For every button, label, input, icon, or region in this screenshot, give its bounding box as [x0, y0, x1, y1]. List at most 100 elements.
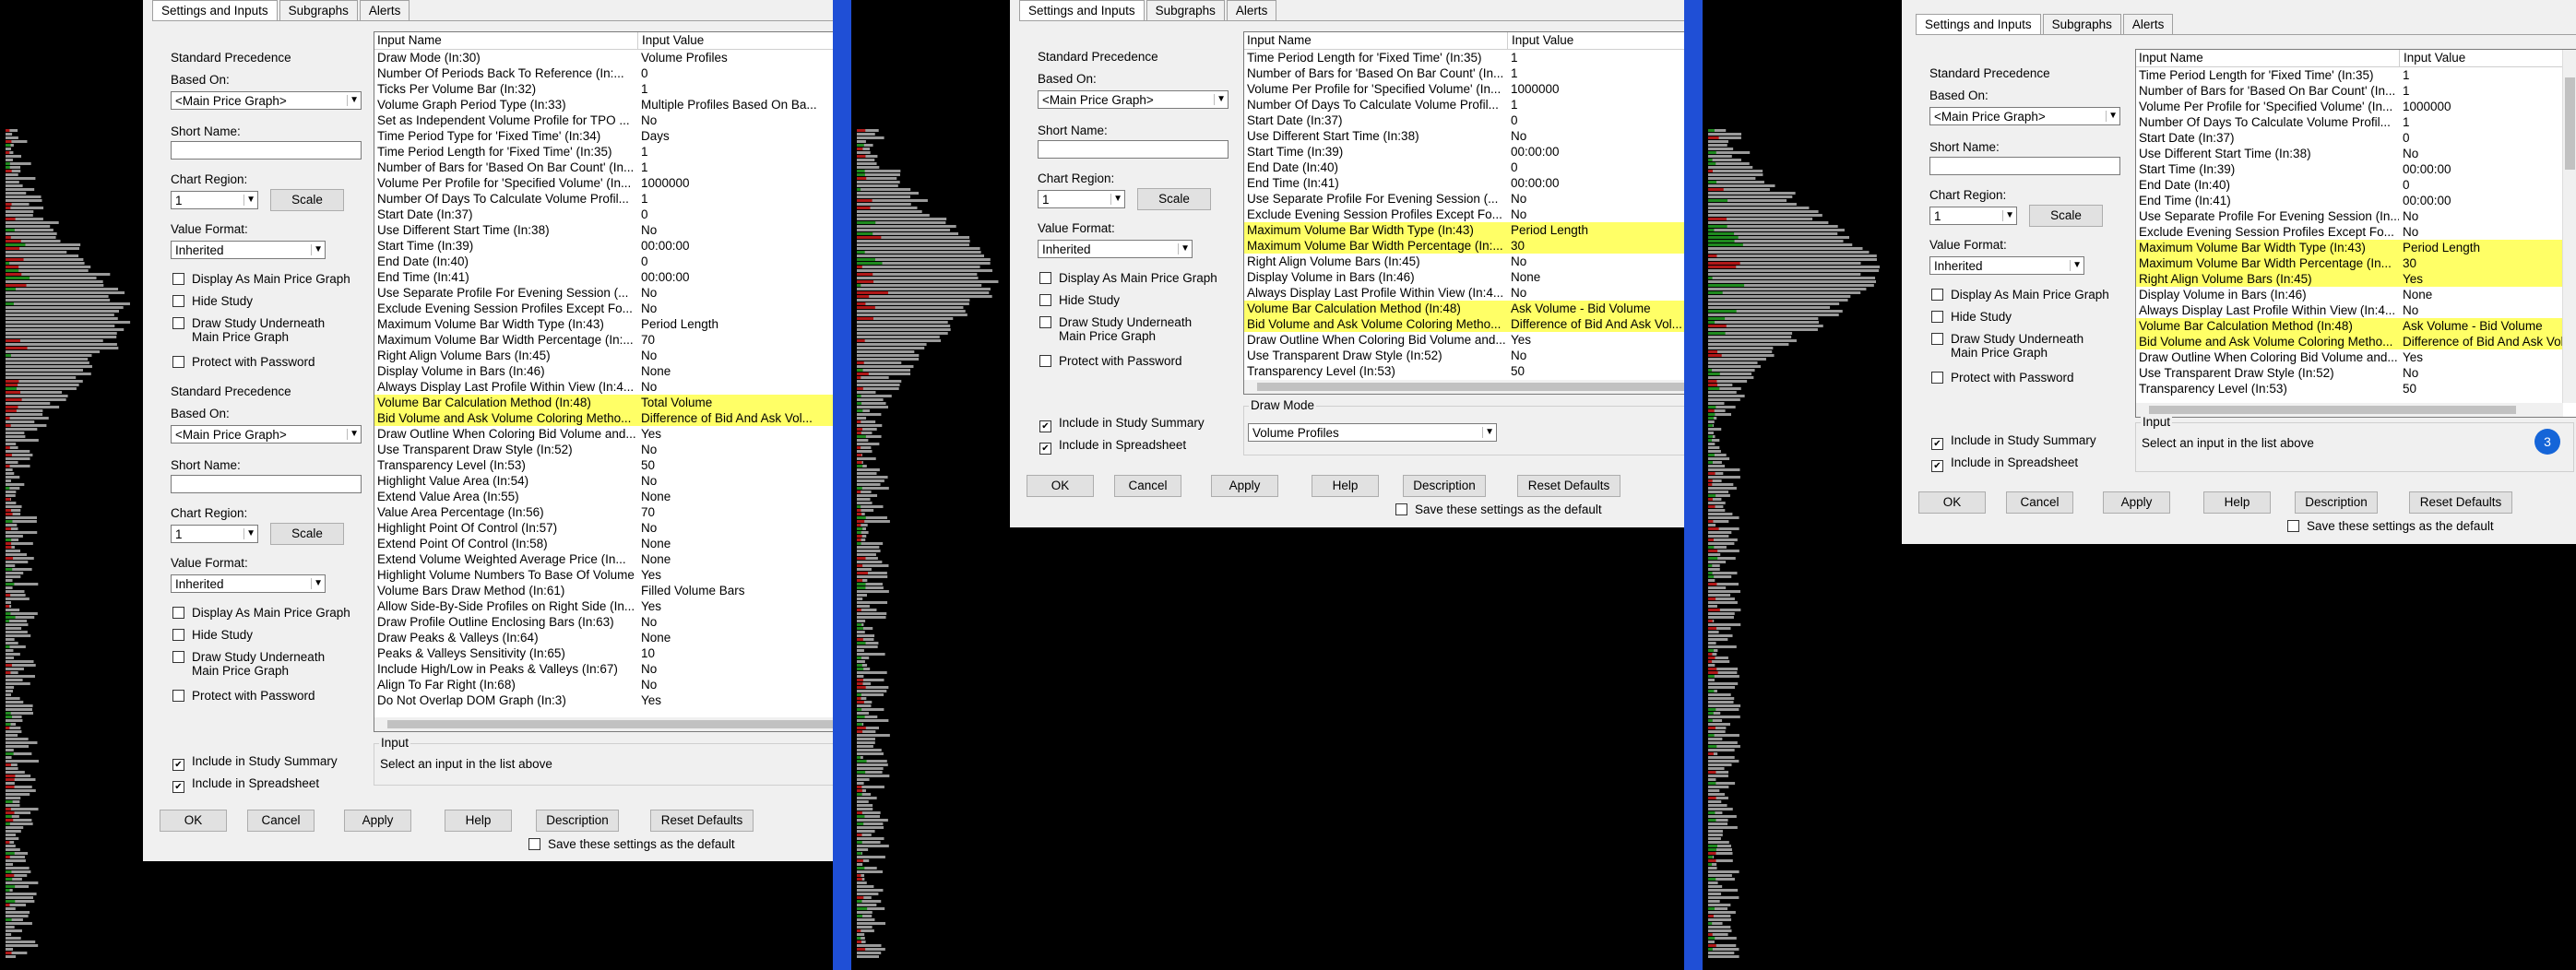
study-option-checkbox[interactable]: Hide Study — [1039, 293, 1120, 307]
input-value-cell[interactable]: 0 — [2399, 177, 2565, 193]
table-row[interactable]: Number Of Days To Calculate Volume Profi… — [2136, 114, 2576, 130]
input-value-cell[interactable]: Yes — [2399, 271, 2565, 287]
table-row[interactable]: Number Of Periods Back To Reference (In:… — [374, 65, 833, 81]
table-row[interactable]: Draw Profile Outline Enclosing Bars (In:… — [374, 614, 833, 630]
input-value-cell[interactable]: 1000000 — [1507, 81, 1684, 97]
input-value-cell[interactable]: Period Length — [2399, 240, 2565, 255]
scale-button[interactable]: Scale — [1137, 188, 1211, 210]
table-row[interactable]: Volume Bar Calculation Method (In:48) Ask… — [2136, 318, 2576, 334]
help-button[interactable]: Help — [445, 810, 512, 832]
table-row[interactable]: Draw Peaks & Valleys (In:64) None — [374, 630, 833, 645]
input-value-cell[interactable]: 1 — [637, 191, 833, 207]
input-value-cell[interactable]: No — [637, 379, 833, 395]
input-value-cell[interactable]: No — [637, 285, 833, 301]
input-value-cell[interactable]: Period Length — [1507, 222, 1684, 238]
input-value-cell[interactable]: 0 — [1507, 112, 1684, 128]
checkbox-checked[interactable]: ✔ — [1931, 460, 1943, 472]
column-header-input-name[interactable]: Input Name — [2136, 50, 2400, 66]
table-row[interactable]: Use Different Start Time (In:38) No — [2136, 146, 2576, 161]
table-row[interactable]: End Date (In:40) 0 — [2136, 177, 2576, 193]
study-option-checkbox[interactable]: Display As Main Price Graph — [1931, 288, 2109, 302]
draw-mode-select[interactable]: Volume Profiles ▼ — [1248, 423, 1497, 442]
input-value-cell[interactable]: Yes — [637, 692, 833, 708]
table-row[interactable]: Number Of Days To Calculate Volume Profi… — [1244, 97, 1684, 112]
table-row[interactable]: Value Area Percentage (In:56) 70 — [374, 504, 833, 520]
table-row[interactable]: Transparency Level (In:53) 50 — [374, 457, 833, 473]
short-name-input[interactable] — [171, 141, 362, 160]
cancel-button[interactable]: Cancel — [247, 810, 315, 832]
table-row[interactable]: Time Period Length for 'Fixed Time' (In:… — [374, 144, 833, 160]
scale-button[interactable]: Scale — [270, 189, 344, 211]
checkbox-box[interactable] — [172, 607, 184, 619]
table-row[interactable]: Right Align Volume Bars (In:45) Yes — [2136, 271, 2576, 287]
include-study-summary-checkbox[interactable]: ✔ Include in Study Summary — [1931, 433, 2096, 450]
input-value-cell[interactable]: No — [1507, 128, 1684, 144]
input-value-cell[interactable]: No — [637, 520, 833, 536]
input-value-cell[interactable]: 00:00:00 — [1507, 175, 1684, 191]
input-value-cell[interactable]: None — [637, 536, 833, 551]
scrollbar-thumb[interactable] — [1257, 383, 1684, 391]
input-value-cell[interactable]: Yes — [637, 567, 833, 583]
study-option-checkbox[interactable]: Display As Main Price Graph — [172, 272, 350, 286]
table-row[interactable]: Transparency Level (In:53) 50 — [1244, 363, 1684, 379]
checkbox-box[interactable] — [1395, 503, 1407, 515]
input-value-cell[interactable]: None — [637, 630, 833, 645]
table-row[interactable]: Maximum Volume Bar Width Percentage (In.… — [2136, 255, 2576, 271]
input-value-cell[interactable]: 1 — [2399, 67, 2565, 83]
checkbox-box[interactable] — [1039, 355, 1051, 367]
horizontal-scrollbar[interactable] — [374, 717, 833, 731]
table-row[interactable]: Number of Bars for 'Based On Bar Count' … — [2136, 83, 2576, 99]
table-row[interactable]: Start Date (In:37) 0 — [2136, 130, 2576, 146]
reset-defaults-button[interactable]: Reset Defaults — [650, 810, 754, 832]
input-value-cell[interactable]: 30 — [1507, 238, 1684, 254]
input-value-cell[interactable]: Difference of Bid And Ask Vol... — [1507, 316, 1684, 332]
table-row[interactable]: Do Not Overlap DOM Graph (In:3) Yes — [374, 692, 833, 708]
based-on-select[interactable]: <Main Price Graph> ▼ — [171, 425, 362, 444]
input-value-cell[interactable]: 70 — [637, 504, 833, 520]
scrollbar-thumb[interactable] — [2149, 406, 2516, 414]
table-row[interactable]: Ticks Per Volume Bar (In:32) 1 — [374, 81, 833, 97]
based-on-select[interactable]: <Main Price Graph> ▼ — [1038, 90, 1229, 109]
short-name-input[interactable] — [171, 475, 362, 493]
study-option-checkbox[interactable]: Hide Study — [172, 294, 253, 308]
checkbox-box[interactable] — [2287, 520, 2299, 532]
checkbox-box[interactable] — [1039, 316, 1051, 328]
input-value-cell[interactable]: 70 — [637, 332, 833, 348]
table-row[interactable]: Start Time (In:39) 00:00:00 — [1244, 144, 1684, 160]
input-value-cell[interactable]: Multiple Profiles Based On Ba... — [637, 97, 833, 112]
input-value-cell[interactable]: 1 — [637, 144, 833, 160]
table-row[interactable]: Extend Volume Weighted Average Price (In… — [374, 551, 833, 567]
tab-settings-and-inputs[interactable]: Settings and Inputs — [1916, 14, 2041, 34]
tab-subgraphs[interactable]: Subgraphs — [279, 0, 358, 20]
table-row[interactable]: Number of Bars for 'Based On Bar Count' … — [374, 160, 833, 175]
column-header-input-value[interactable]: Input Value — [2400, 50, 2465, 66]
checkbox-checked[interactable]: ✔ — [1931, 438, 1943, 450]
help-button[interactable]: Help — [1312, 475, 1379, 497]
table-row[interactable]: Start Date (In:37) 0 — [1244, 112, 1684, 128]
checkbox-box[interactable] — [1931, 311, 1943, 323]
tab-settings-and-inputs[interactable]: Settings and Inputs — [1019, 0, 1145, 20]
table-row[interactable]: End Time (In:41) 00:00:00 — [2136, 193, 2576, 208]
study-option-checkbox[interactable]: Hide Study — [1931, 310, 2012, 324]
checkbox-box[interactable] — [1931, 372, 1943, 384]
input-value-cell[interactable]: 0 — [637, 207, 833, 222]
table-row[interactable]: Bid Volume and Ask Volume Coloring Metho… — [1244, 316, 1684, 332]
short-name-input[interactable] — [1038, 140, 1229, 159]
table-row[interactable]: Use Different Start Time (In:38) No — [1244, 128, 1684, 144]
input-value-cell[interactable]: 1000000 — [2399, 99, 2565, 114]
input-value-cell[interactable]: No — [637, 112, 833, 128]
table-row[interactable]: Transparency Level (In:53) 50 — [2136, 381, 2576, 396]
study-option-checkbox[interactable]: Protect with Password — [1931, 371, 2074, 384]
table-row[interactable]: End Time (In:41) 00:00:00 — [1244, 175, 1684, 191]
input-value-cell[interactable]: 50 — [637, 457, 833, 473]
input-value-cell[interactable]: 1 — [637, 160, 833, 175]
input-value-cell[interactable]: Period Length — [637, 316, 833, 332]
include-spreadsheet-checkbox[interactable]: ✔ Include in Spreadsheet — [1039, 438, 1186, 455]
column-header-input-value[interactable]: Input Value — [1508, 32, 1573, 49]
cancel-button[interactable]: Cancel — [1114, 475, 1181, 497]
table-row[interactable]: Number Of Days To Calculate Volume Profi… — [374, 191, 833, 207]
table-row[interactable]: Volume Per Profile for 'Specified Volume… — [374, 175, 833, 191]
table-row[interactable]: Set as Independent Volume Profile for TP… — [374, 112, 833, 128]
value-format-select[interactable]: Inherited ▼ — [1038, 240, 1193, 258]
input-value-cell[interactable]: Difference of Bid And Ask Vol... — [637, 410, 833, 426]
